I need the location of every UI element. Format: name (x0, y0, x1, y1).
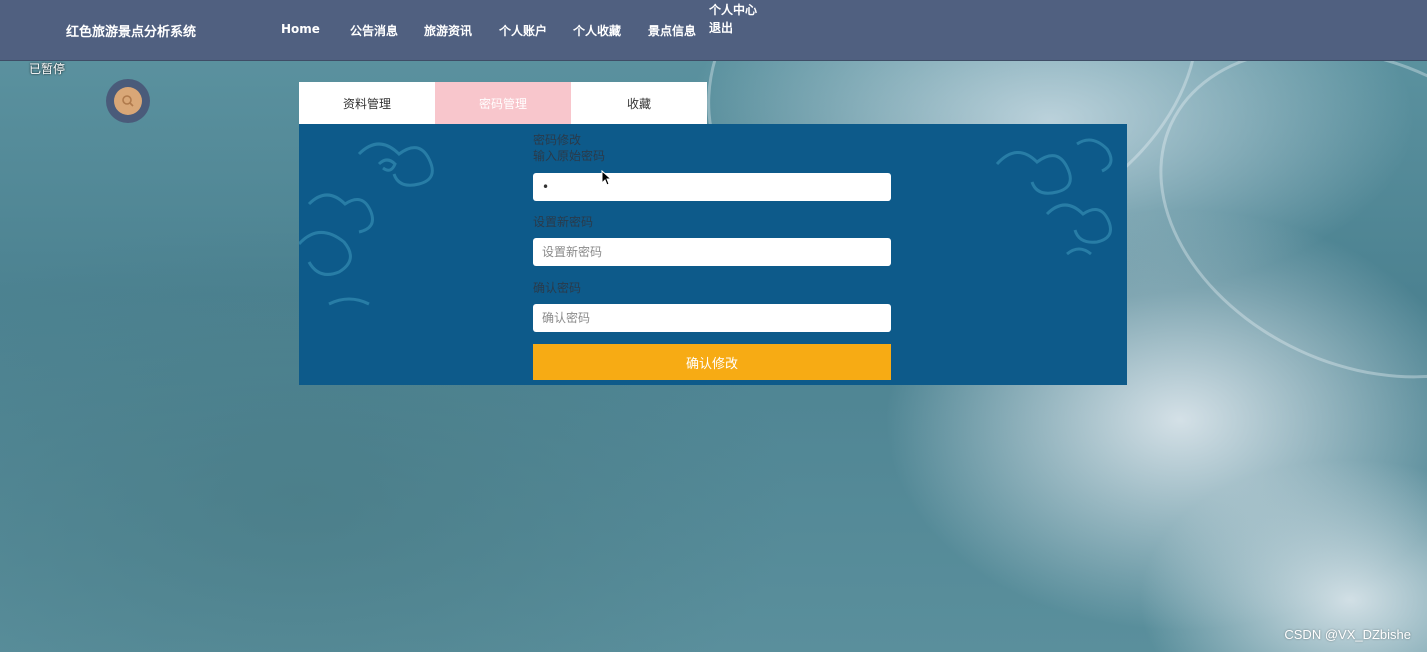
old-password-input[interactable] (533, 173, 891, 201)
cloud-pattern-icon (995, 138, 1113, 256)
search-icon (122, 95, 134, 107)
nav-user-center[interactable]: 个人中心 (709, 1, 757, 19)
top-navigation-bar: 红色旅游景点分析系统 Home 公告消息 旅游资讯 个人账户 个人收藏 景点信息… (0, 0, 1427, 61)
new-password-input[interactable] (533, 238, 891, 266)
nav-user-menu: 个人中心 退出 (709, 1, 757, 37)
password-form: 密码修改 输入原始密码 设置新密码 确认密码 确认修改 (533, 132, 891, 380)
form-title: 密码修改 (533, 133, 582, 147)
nav-favorites[interactable]: 个人收藏 (573, 22, 621, 39)
nav-home[interactable]: Home (281, 22, 320, 36)
nav-logout[interactable]: 退出 (709, 19, 757, 37)
confirm-password-label: 确认密码 (533, 281, 582, 295)
paused-indicator: 已暂停 (29, 62, 66, 76)
watermark-text: CSDN @VX_DZbishe (1284, 627, 1411, 642)
nav-announcements[interactable]: 公告消息 (350, 22, 398, 39)
old-password-label: 输入原始密码 (533, 149, 606, 163)
confirm-change-button[interactable]: 确认修改 (533, 344, 891, 380)
cloud-pattern-icon (299, 142, 434, 306)
tab-favorites[interactable]: 收藏 (571, 82, 707, 124)
profile-tabs: 资料管理 密码管理 收藏 (299, 82, 707, 124)
new-password-label: 设置新密码 (533, 215, 594, 229)
tab-profile[interactable]: 资料管理 (299, 82, 435, 124)
mouse-cursor-icon (601, 170, 613, 186)
nav-account[interactable]: 个人账户 (499, 22, 547, 39)
site-brand[interactable]: 红色旅游景点分析系统 (66, 21, 196, 40)
nav-attractions[interactable]: 景点信息 (648, 22, 696, 39)
tab-password[interactable]: 密码管理 (435, 82, 571, 124)
confirm-password-input[interactable] (533, 304, 891, 332)
search-button[interactable] (106, 79, 150, 123)
nav-travel-news[interactable]: 旅游资讯 (424, 22, 472, 39)
password-panel: 密码修改 输入原始密码 设置新密码 确认密码 确认修改 (299, 124, 1127, 385)
